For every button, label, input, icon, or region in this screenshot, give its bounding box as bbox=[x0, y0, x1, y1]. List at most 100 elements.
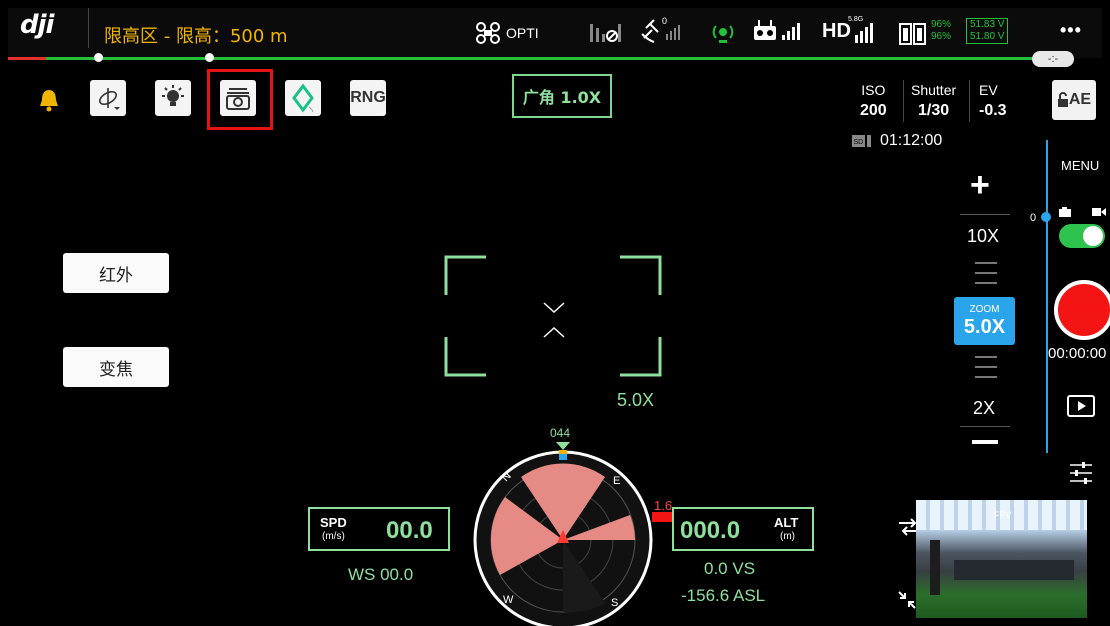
remote-controller-signal-icon[interactable] bbox=[752, 18, 804, 44]
landing-marker bbox=[205, 53, 214, 62]
svg-text:SD: SD bbox=[854, 139, 864, 146]
zoom-tick bbox=[975, 272, 997, 274]
battery-critical-segment bbox=[8, 57, 46, 60]
equipment-shelf bbox=[954, 560, 1074, 580]
spd-label: SPD bbox=[320, 515, 347, 530]
gps-count: 0 bbox=[662, 16, 668, 26]
divider bbox=[903, 80, 904, 122]
diamond-marker-icon bbox=[292, 83, 314, 113]
ar-marker-button[interactable] bbox=[285, 80, 321, 116]
flight-time-remaining: -:- bbox=[1032, 51, 1074, 67]
ev-value: -0.3 bbox=[979, 102, 1007, 119]
zoom-tick bbox=[975, 262, 997, 264]
focus-reticle bbox=[444, 255, 662, 377]
zoom-min-label: 2X bbox=[973, 398, 996, 418]
reticle-zoom-label: 5.0X bbox=[617, 390, 655, 410]
shutter-setting[interactable]: Shutter 1/30 bbox=[911, 82, 956, 120]
altitude-panel: 000.0 ALT (m) bbox=[672, 507, 814, 551]
heading-value: 044 bbox=[550, 426, 571, 440]
playback-icon[interactable] bbox=[1066, 394, 1096, 418]
altitude-limit-zone-text: 限高区 - 限高：500 m bbox=[104, 26, 288, 47]
alt-value: 000.0 bbox=[680, 517, 741, 544]
band-label: 5.8G bbox=[848, 16, 864, 23]
flight-mode-label: OPTI bbox=[506, 25, 539, 41]
battery1-percent: 96% bbox=[931, 19, 952, 30]
rc-signal-off-icon bbox=[590, 24, 621, 42]
unlock-icon bbox=[1057, 92, 1068, 107]
vision-system-icon[interactable] bbox=[710, 20, 736, 44]
zoom-badge-title: ZOOM bbox=[969, 304, 1000, 315]
zoom-tick bbox=[975, 376, 997, 378]
shutter-label: Shutter bbox=[911, 82, 957, 98]
storage-status: SD 01:12:00 bbox=[852, 132, 942, 150]
battery2-voltage: 51.80 V bbox=[970, 31, 1005, 42]
svg-text:E: E bbox=[613, 475, 620, 487]
divider bbox=[960, 426, 1010, 427]
speed-panel: SPD (m/s) 00.0 bbox=[308, 507, 450, 551]
zoom-in-button[interactable]: + bbox=[970, 166, 990, 205]
photo-mode-icon[interactable] bbox=[1059, 207, 1071, 217]
flight-mode[interactable]: OPTI bbox=[476, 22, 539, 44]
battery1-voltage: 51.83 V bbox=[970, 19, 1005, 30]
exposure-slider-handle[interactable] bbox=[1041, 212, 1051, 222]
zoom-tick bbox=[975, 282, 997, 284]
menu-button[interactable]: MENU bbox=[1061, 158, 1099, 173]
zoom-out-button[interactable] bbox=[972, 440, 998, 444]
sd-card-icon: SD bbox=[852, 135, 871, 147]
lens-selector[interactable]: 广角 1.0X bbox=[512, 74, 612, 118]
battery-percentages: 96% 96% bbox=[931, 19, 951, 43]
light-button[interactable] bbox=[155, 80, 191, 116]
shutter-value: 1/30 bbox=[918, 102, 950, 119]
ev-label: EV bbox=[979, 82, 998, 98]
zoom-level-badge[interactable]: ZOOM 5.0X bbox=[954, 297, 1015, 345]
obstacle-warning-marker bbox=[652, 512, 672, 522]
rth-marker bbox=[94, 53, 103, 62]
record-time: 00:00:00 bbox=[1048, 345, 1107, 362]
fpv-label: FPV bbox=[994, 510, 1012, 520]
light-bulb-icon bbox=[162, 85, 184, 106]
zoom-camera-button[interactable]: 变焦 bbox=[63, 347, 169, 387]
fpv-camera-preview[interactable]: FPV bbox=[916, 500, 1087, 618]
zoom-tick bbox=[975, 366, 997, 368]
slider-zero-label: 0 bbox=[1030, 212, 1037, 224]
record-button[interactable] bbox=[1054, 280, 1110, 340]
storage-time: 01:12:00 bbox=[880, 132, 943, 149]
divider bbox=[969, 80, 970, 122]
video-mode-icon[interactable] bbox=[1092, 207, 1106, 217]
settings-sliders-icon[interactable] bbox=[1068, 460, 1094, 486]
zoom-badge-value: 5.0X bbox=[963, 316, 1006, 338]
bell-icon[interactable] bbox=[38, 88, 60, 112]
zoom-max-label: 10X bbox=[967, 226, 1000, 246]
right-panel-border bbox=[1046, 140, 1048, 453]
infrared-button[interactable]: 红外 bbox=[63, 253, 169, 293]
gimbal-mode-button[interactable] bbox=[90, 80, 126, 116]
battery-icon[interactable] bbox=[898, 20, 928, 46]
spd-value: 00.0 bbox=[386, 517, 433, 544]
obstacle-distance: 1.6 bbox=[654, 498, 673, 513]
gimbal-icon bbox=[99, 88, 120, 110]
iso-value: 200 bbox=[860, 102, 887, 119]
battery-voltages: 51.83 V 51.80 V bbox=[966, 18, 1009, 44]
camera-settings-highlight bbox=[207, 69, 273, 130]
ae-lock-button[interactable]: AE bbox=[1052, 80, 1096, 120]
ae-label: AE bbox=[1068, 91, 1092, 108]
video-transmission[interactable]: HD 5.8G bbox=[822, 16, 879, 43]
vertical-speed: 0.0 VS bbox=[704, 559, 756, 578]
wind-speed: WS 00.0 bbox=[348, 565, 414, 584]
alt-unit: (m) bbox=[780, 531, 795, 542]
rng-button[interactable]: RNG bbox=[350, 80, 386, 116]
svg-text:S: S bbox=[611, 597, 618, 609]
drone-icon bbox=[476, 22, 500, 44]
iso-setting[interactable]: ISO 200 bbox=[860, 82, 887, 120]
obstacle-radar-compass[interactable]: N E S W bbox=[470, 440, 656, 626]
toggle-knob bbox=[1083, 226, 1103, 246]
gps-status[interactable]: 0 bbox=[640, 16, 684, 49]
more-menu-button[interactable]: ••• bbox=[1060, 20, 1082, 41]
dji-logo[interactable]: dji bbox=[20, 10, 54, 40]
person-silhouette bbox=[930, 540, 940, 595]
iso-label: ISO bbox=[861, 82, 886, 98]
zoom-tick bbox=[975, 356, 997, 358]
alt-label: ALT bbox=[774, 515, 799, 530]
altitude-asl: -156.6 ASL bbox=[681, 586, 766, 605]
ev-setting[interactable]: EV -0.3 bbox=[979, 82, 1007, 120]
